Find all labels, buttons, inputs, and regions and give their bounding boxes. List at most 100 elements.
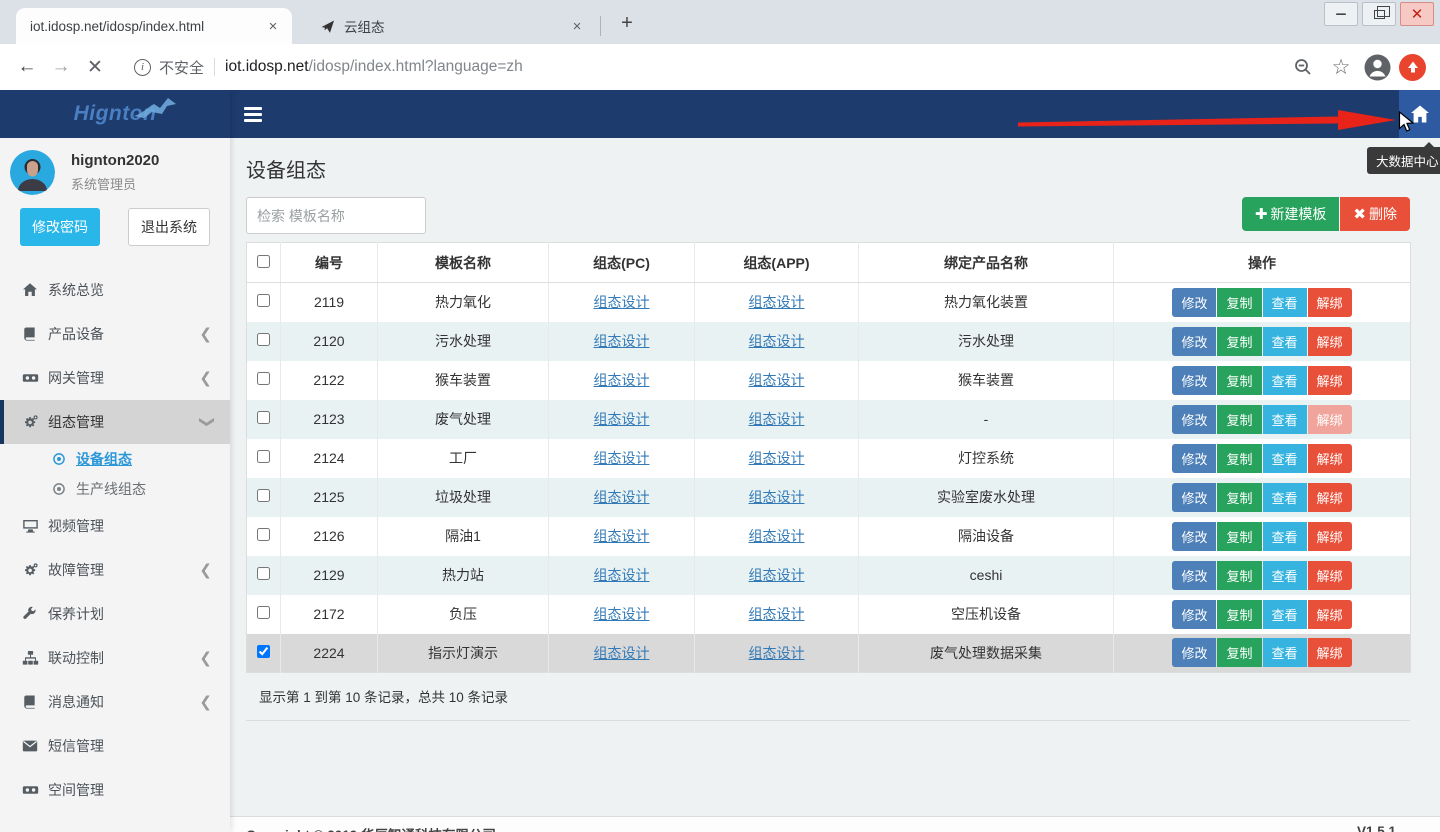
tab-close-icon[interactable]: × — [264, 17, 282, 35]
tab-close-icon[interactable]: × — [568, 17, 586, 35]
config-design-link-app[interactable]: 组态设计 — [749, 450, 805, 466]
url-path[interactable]: /idosp/index.html?language=zh — [309, 58, 523, 76]
config-design-link-app[interactable]: 组态设计 — [749, 567, 805, 583]
sidebar-item-5[interactable]: 故障管理❮ — [0, 548, 230, 592]
view-button[interactable]: 查看 — [1263, 522, 1307, 551]
sidebar-item-2[interactable]: 网关管理❮ — [0, 356, 230, 400]
unbind-button[interactable]: 解绑 — [1308, 600, 1352, 629]
view-button[interactable]: 查看 — [1263, 638, 1307, 667]
config-design-link-pc[interactable]: 组态设计 — [594, 528, 650, 544]
view-button[interactable]: 查看 — [1263, 405, 1307, 434]
row-checkbox[interactable] — [257, 489, 270, 502]
row-checkbox[interactable] — [257, 567, 270, 580]
modify-button[interactable]: 修改 — [1172, 638, 1216, 667]
unbind-button[interactable]: 解绑 — [1308, 366, 1352, 395]
unbind-button[interactable]: 解绑 — [1308, 327, 1352, 356]
copy-button[interactable]: 复制 — [1217, 483, 1261, 512]
sidebar-subitem-3-0[interactable]: 设备组态 — [0, 444, 230, 474]
sidebar-item-9[interactable]: 短信管理 — [0, 724, 230, 768]
copy-button[interactable]: 复制 — [1217, 600, 1261, 629]
view-button[interactable]: 查看 — [1263, 600, 1307, 629]
modify-button[interactable]: 修改 — [1172, 522, 1216, 551]
modify-button[interactable]: 修改 — [1172, 600, 1216, 629]
config-design-link-app[interactable]: 组态设计 — [749, 645, 805, 661]
zoom-out-icon[interactable] — [1288, 50, 1318, 84]
url-host[interactable]: iot.idosp.net — [225, 58, 309, 76]
restore-button[interactable] — [1362, 2, 1396, 26]
copy-button[interactable]: 复制 — [1217, 405, 1261, 434]
browser-tab-current[interactable]: iot.idosp.net/idosp/index.html × — [16, 8, 292, 44]
view-button[interactable]: 查看 — [1263, 366, 1307, 395]
sidebar-item-10[interactable]: 空间管理 — [0, 768, 230, 812]
user-avatar[interactable] — [10, 150, 55, 195]
stop-reload-icon[interactable]: ✕ — [78, 50, 112, 84]
logout-button[interactable]: 退出系统 — [128, 208, 210, 246]
new-template-button[interactable]: ✚新建模板 — [1242, 197, 1340, 231]
unbind-button[interactable]: 解绑 — [1308, 444, 1352, 473]
unbind-button[interactable]: 解绑 — [1308, 522, 1352, 551]
copy-button[interactable]: 复制 — [1217, 327, 1261, 356]
row-checkbox[interactable] — [257, 294, 270, 307]
row-checkbox[interactable] — [257, 528, 270, 541]
sidebar-item-3[interactable]: 组态管理❮ — [0, 400, 230, 444]
sidebar-subitem-3-1[interactable]: 生产线组态 — [0, 474, 230, 504]
config-design-link-pc[interactable]: 组态设计 — [594, 567, 650, 583]
copy-button[interactable]: 复制 — [1217, 561, 1261, 590]
hamburger-menu-icon[interactable] — [244, 103, 266, 125]
modify-button[interactable]: 修改 — [1172, 288, 1216, 317]
modify-button[interactable]: 修改 — [1172, 483, 1216, 512]
config-design-link-app[interactable]: 组态设计 — [749, 333, 805, 349]
view-button[interactable]: 查看 — [1263, 288, 1307, 317]
row-checkbox[interactable] — [257, 645, 270, 658]
sidebar-item-7[interactable]: 联动控制❮ — [0, 636, 230, 680]
config-design-link-app[interactable]: 组态设计 — [749, 489, 805, 505]
copy-button[interactable]: 复制 — [1217, 444, 1261, 473]
view-button[interactable]: 查看 — [1263, 483, 1307, 512]
copy-button[interactable]: 复制 — [1217, 366, 1261, 395]
config-design-link-pc[interactable]: 组态设计 — [594, 372, 650, 388]
config-design-link-pc[interactable]: 组态设计 — [594, 450, 650, 466]
close-button[interactable]: ✕ — [1400, 2, 1434, 26]
unbind-button[interactable]: 解绑 — [1308, 288, 1352, 317]
sidebar-item-0[interactable]: 系统总览 — [0, 268, 230, 312]
row-checkbox[interactable] — [257, 372, 270, 385]
view-button[interactable]: 查看 — [1263, 327, 1307, 356]
config-design-link-app[interactable]: 组态设计 — [749, 372, 805, 388]
view-button[interactable]: 查看 — [1263, 561, 1307, 590]
view-button[interactable]: 查看 — [1263, 444, 1307, 473]
row-checkbox[interactable] — [257, 411, 270, 424]
forward-icon[interactable]: → — [44, 50, 78, 84]
modify-button[interactable]: 修改 — [1172, 405, 1216, 434]
config-design-link-pc[interactable]: 组态设计 — [594, 294, 650, 310]
unbind-button[interactable]: 解绑 — [1308, 405, 1352, 434]
browser-profile-icon[interactable] — [1364, 54, 1391, 81]
sidebar-item-1[interactable]: 产品设备❮ — [0, 312, 230, 356]
config-design-link-pc[interactable]: 组态设计 — [594, 645, 650, 661]
config-design-link-pc[interactable]: 组态设计 — [594, 411, 650, 427]
browser-tab-cloud-scada[interactable]: 云组态 × — [304, 8, 596, 44]
config-design-link-pc[interactable]: 组态设计 — [594, 333, 650, 349]
config-design-link-app[interactable]: 组态设计 — [749, 411, 805, 427]
new-tab-button[interactable]: + — [614, 10, 640, 36]
unbind-button[interactable]: 解绑 — [1308, 638, 1352, 667]
copy-button[interactable]: 复制 — [1217, 522, 1261, 551]
select-all-checkbox[interactable] — [257, 255, 270, 268]
delete-button[interactable]: ✖删除 — [1340, 197, 1410, 231]
change-password-button[interactable]: 修改密码 — [20, 208, 100, 246]
modify-button[interactable]: 修改 — [1172, 327, 1216, 356]
row-checkbox[interactable] — [257, 450, 270, 463]
row-checkbox[interactable] — [257, 606, 270, 619]
config-design-link-pc[interactable]: 组态设计 — [594, 489, 650, 505]
modify-button[interactable]: 修改 — [1172, 366, 1216, 395]
back-icon[interactable]: ← — [10, 50, 44, 84]
sidebar-item-4[interactable]: 视频管理 — [0, 504, 230, 548]
unbind-button[interactable]: 解绑 — [1308, 561, 1352, 590]
minimize-button[interactable] — [1324, 2, 1358, 26]
config-design-link-app[interactable]: 组态设计 — [749, 528, 805, 544]
bookmark-star-icon[interactable]: ☆ — [1326, 50, 1356, 84]
sidebar-item-8[interactable]: 消息通知❮ — [0, 680, 230, 724]
modify-button[interactable]: 修改 — [1172, 561, 1216, 590]
browser-extension-icon[interactable] — [1399, 54, 1426, 81]
search-input[interactable] — [246, 197, 426, 234]
modify-button[interactable]: 修改 — [1172, 444, 1216, 473]
